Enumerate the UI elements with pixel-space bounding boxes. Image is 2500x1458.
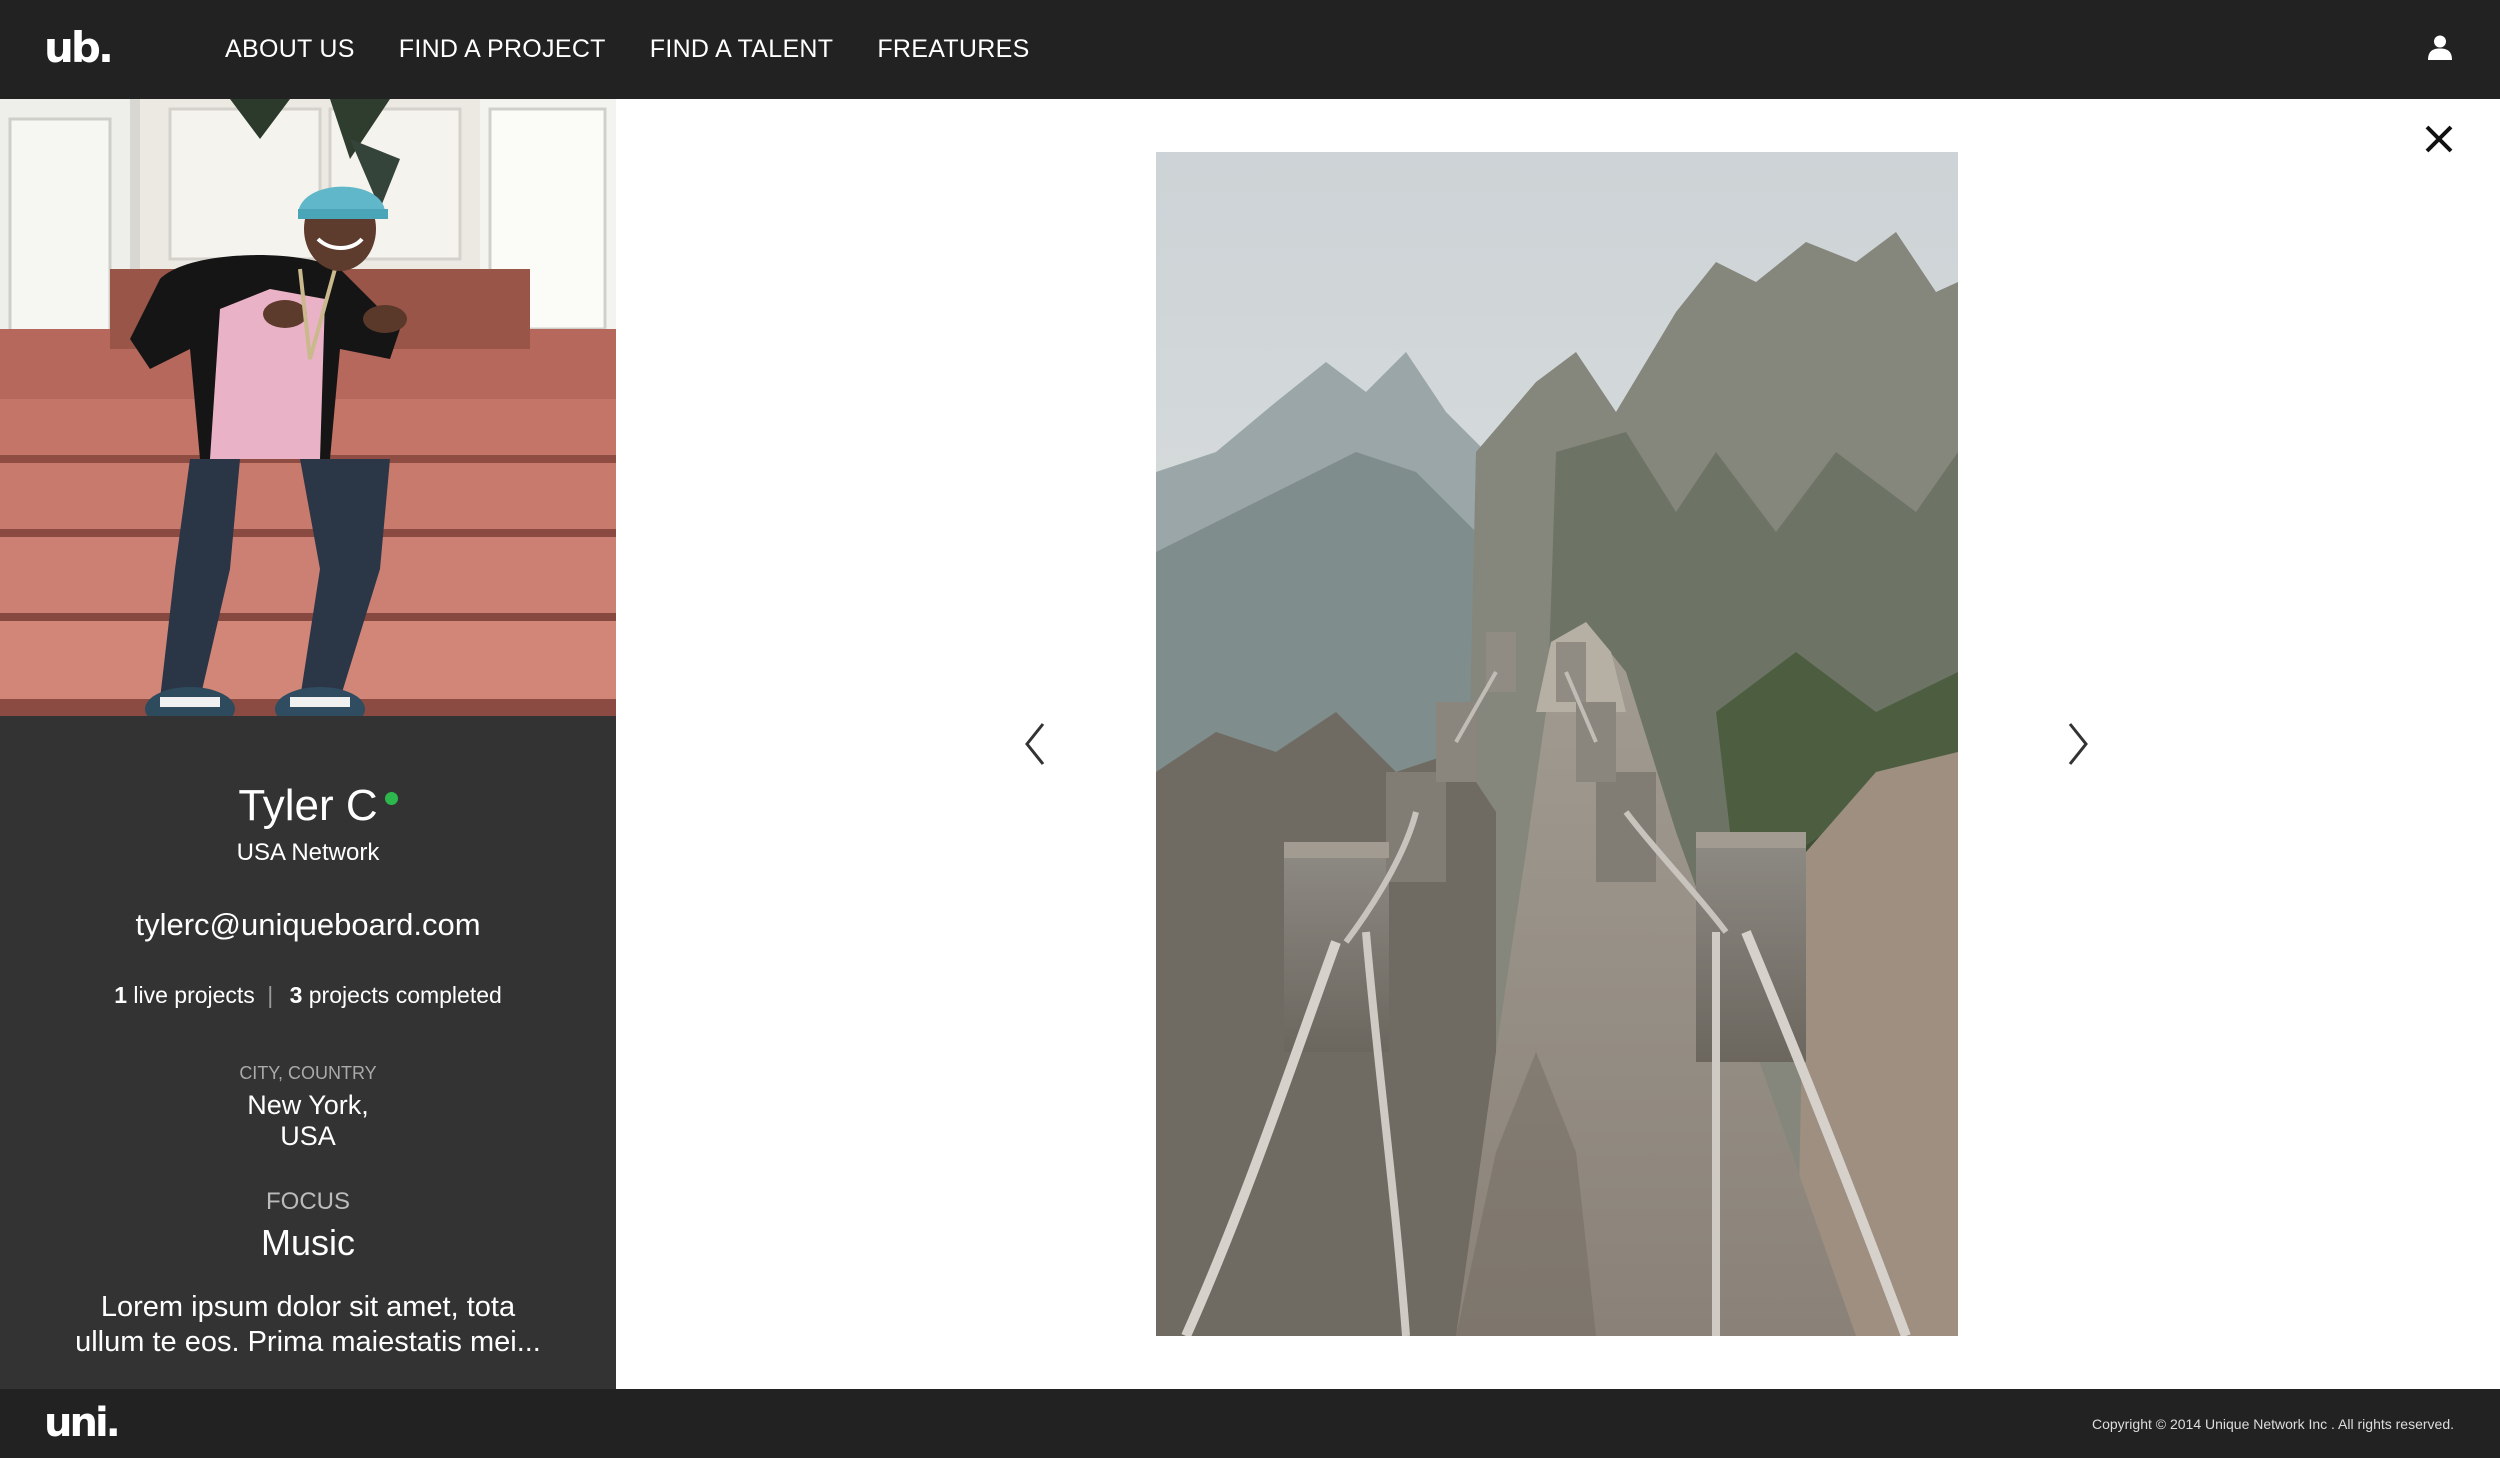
profile-bio: Lorem ipsum dolor sit amet, tota ullum t…: [0, 1290, 616, 1360]
nav-find-a-project[interactable]: FIND A PROJECT: [399, 35, 606, 64]
uni-logo[interactable]: uni.: [44, 1398, 121, 1448]
close-icon[interactable]: [2424, 124, 2454, 154]
main-nav: ABOUT US FIND A PROJECT FIND A TALENT FR…: [225, 0, 1030, 99]
user-icon[interactable]: [2427, 34, 2453, 60]
bio-line-2: ullum te eos. Prima maiestatis mei...: [75, 1326, 541, 1358]
profile-photo: [0, 99, 616, 716]
bio-line-1: Lorem ipsum dolor sit amet, tota: [100, 1291, 516, 1323]
gallery-image: [1156, 152, 1958, 1336]
profile-email[interactable]: tylerc@uniqueboard.com: [0, 906, 616, 944]
name-row: Tyler C: [0, 778, 616, 834]
live-projects-label: live projects: [133, 982, 255, 1008]
location-country: USA: [280, 1121, 336, 1151]
chevron-right-icon[interactable]: [2066, 722, 2090, 766]
profile-details: Tyler C USA Network tylerc@uniqueboard.c…: [0, 716, 616, 1360]
chevron-left-icon[interactable]: [1023, 722, 1047, 766]
live-projects-count: 1: [114, 982, 127, 1008]
profile-panel: Tyler C USA Network tylerc@uniqueboard.c…: [0, 99, 616, 1389]
location-label: CITY, COUNTRY: [239, 1063, 377, 1083]
copyright-text: Copyright © 2014 Unique Network Inc . Al…: [2091, 1416, 2454, 1432]
project-stats: 1 live projects | 3 projects completed: [0, 980, 616, 1010]
nav-features[interactable]: FREATURES: [877, 35, 1029, 64]
focus-label: FOCUS: [266, 1188, 350, 1215]
location-city: New York,: [247, 1090, 369, 1120]
completed-projects-label: projects completed: [308, 982, 502, 1008]
footer: uni. Copyright © 2014 Unique Network Inc…: [0, 1389, 2500, 1458]
nav-about-us[interactable]: ABOUT US: [225, 35, 355, 64]
focus-value: Music: [260, 1222, 355, 1263]
profile-name: Tyler C: [238, 781, 378, 830]
stats-separator: |: [267, 982, 274, 1008]
ub-logo[interactable]: ub.: [44, 22, 114, 74]
top-navigation-bar: ub. ABOUT US FIND A PROJECT FIND A TALEN…: [0, 0, 2500, 99]
profile-network: USA Network: [236, 839, 380, 866]
completed-projects-count: 3: [289, 982, 303, 1008]
online-status-icon: [383, 790, 400, 807]
nav-find-a-talent[interactable]: FIND A TALENT: [650, 35, 834, 64]
